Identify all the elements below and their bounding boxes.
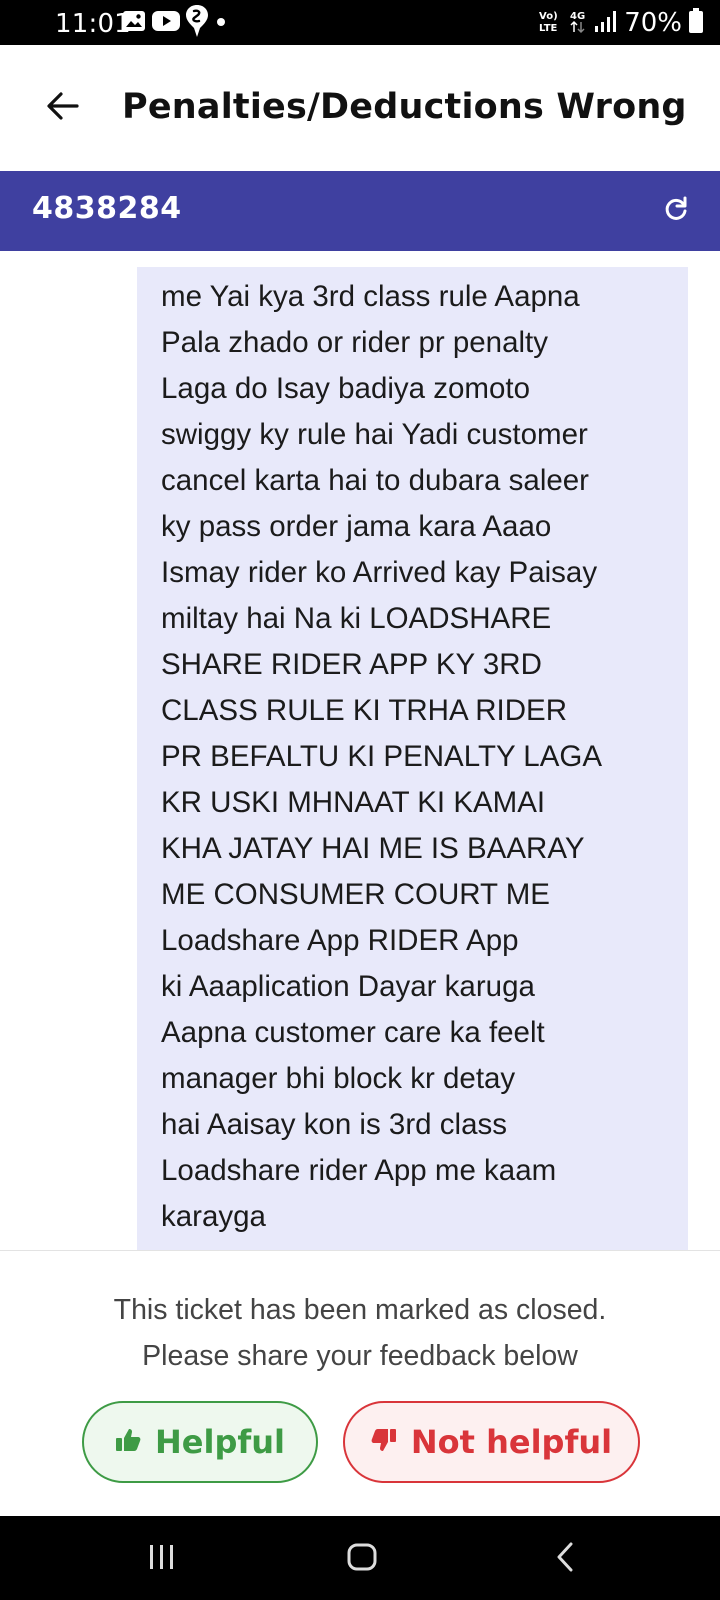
message-line: Aapna customer care ka feelt — [161, 1016, 545, 1049]
message-line: Ismay rider ko Arrived kay Paisay — [161, 556, 598, 589]
message-line: karayga — [161, 1200, 266, 1233]
not-helpful-label: Not helpful — [410, 1423, 613, 1461]
message-line: SHARE RIDER APP KY 3RD — [161, 648, 542, 681]
message-line: hai Aaisay kon is 3rd class — [161, 1108, 507, 1141]
back-icon — [553, 1542, 577, 1576]
recent-apps-button[interactable] — [137, 1534, 187, 1584]
feedback-footer: This ticket has been marked as closed. P… — [0, 1250, 720, 1516]
system-status-icons: Vo) LTE 4G 70% — [538, 8, 704, 38]
status-time: 11:01 — [55, 9, 131, 39]
4g-arrows-icon: 4G — [568, 8, 588, 38]
thumbs-up-icon — [115, 1423, 141, 1461]
svg-text:Vo): Vo) — [539, 11, 558, 22]
thumbs-down-icon — [371, 1423, 397, 1461]
nav-back-button[interactable] — [540, 1534, 590, 1584]
message-line: cancel karta hai to dubara saleer — [161, 464, 590, 497]
home-button[interactable] — [337, 1534, 387, 1584]
message-line: miltay hai Na ki LOADSHARE — [161, 602, 552, 635]
closed-message-line-1: This ticket has been marked as closed. — [113, 1294, 607, 1326]
message-line: swiggy ky rule hai Yadi customer — [161, 418, 588, 451]
arrow-left-icon — [47, 92, 79, 124]
message-line: KR USKI MHNAAT KI KAMAI — [161, 786, 546, 819]
message-line: ME CONSUMER COURT ME — [161, 878, 550, 911]
battery-percent: 70% — [624, 8, 682, 38]
message-line: Loadshare rider App me kaam — [161, 1154, 557, 1187]
back-button[interactable] — [38, 83, 88, 133]
message-text: me Yai kya 3rd class rule Aapna Pala zhad… — [161, 274, 681, 1240]
helpful-label: Helpful — [154, 1423, 286, 1461]
message-line: PR BEFALTU KI PENALTY LAGA — [161, 740, 603, 773]
not-helpful-button[interactable]: Not helpful — [343, 1401, 640, 1483]
image-icon — [122, 10, 146, 36]
message-line: ki Aaaplication Dayar karuga — [161, 970, 535, 1003]
system-nav-bar — [0, 1516, 720, 1600]
recent-apps-icon — [147, 1544, 177, 1574]
svg-text:LTE: LTE — [539, 23, 558, 34]
message-line: Laga do Isay badiya zomoto — [161, 372, 530, 405]
volte-icon: Vo) LTE — [538, 8, 562, 38]
message-line: Loadshare App RIDER App — [161, 924, 519, 957]
ticket-closed-message: This ticket has been marked as closed. P… — [0, 1287, 720, 1379]
refresh-icon — [663, 196, 689, 226]
closed-message-line-2: Please share your feedback below — [142, 1340, 578, 1372]
helpful-button[interactable]: Helpful — [82, 1401, 318, 1483]
message-line: me Yai kya 3rd class rule Aapna — [161, 280, 580, 313]
home-icon — [346, 1542, 378, 1576]
message-line: Pala zhado or rider pr penalty — [161, 326, 549, 359]
dot-icon — [214, 14, 228, 33]
page-title: Penalties/Deductions Wrong — [122, 87, 687, 127]
battery-icon — [688, 8, 704, 38]
ticket-id: 4838284 — [32, 191, 182, 226]
message-line: CLASS RULE KI TRHA RIDER — [161, 694, 568, 727]
message-bubble: me Yai kya 3rd class rule Aapna Pala zhad… — [137, 267, 688, 1250]
youtube-icon — [152, 11, 180, 35]
app-header: Penalties/Deductions Wrong — [0, 45, 720, 171]
refresh-button[interactable] — [656, 191, 696, 231]
message-line: KHA JATAY HAI ME IS BAARAY — [161, 832, 585, 865]
status-bar: 11:01 Vo) LTE 4G 70% — [0, 0, 720, 45]
signal-icon — [594, 9, 618, 37]
ticket-bar: 4838284 — [0, 171, 720, 251]
swiggy-icon — [186, 5, 208, 41]
message-line: ky pass order jama kara Aaao — [161, 510, 552, 543]
chat-area[interactable]: me Yai kya 3rd class rule Aapna Pala zhad… — [0, 251, 720, 1250]
notification-icons — [122, 5, 228, 37]
svg-text:4G: 4G — [570, 11, 585, 22]
message-line: manager bhi block kr detay — [161, 1062, 516, 1095]
